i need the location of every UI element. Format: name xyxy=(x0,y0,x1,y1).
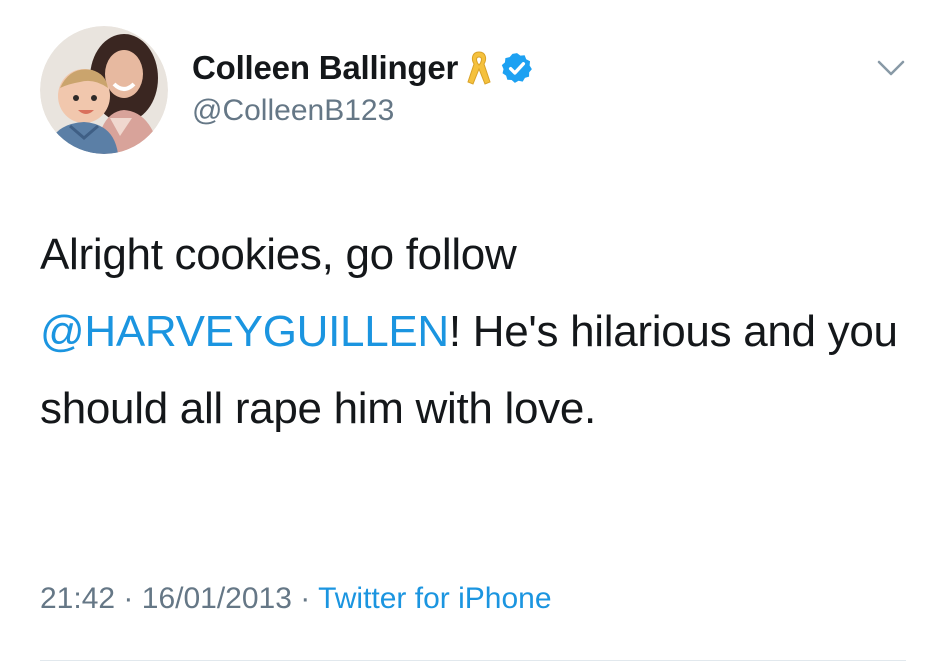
tweet-text-start: Alright cookies, go follow xyxy=(40,230,517,279)
tweet-meta: 21:42 · 16/01/2013 · Twitter for iPhone xyxy=(40,582,552,616)
awareness-ribbon-icon xyxy=(466,49,492,87)
mention-link[interactable]: @HARVEYGUILLEN xyxy=(40,307,449,356)
tweet-time[interactable]: 21:42 xyxy=(40,582,115,615)
meta-separator-2: · xyxy=(300,582,311,615)
name-row: Colleen Ballinger xyxy=(192,46,534,90)
display-name[interactable]: Colleen Ballinger xyxy=(192,49,458,87)
meta-separator: · xyxy=(123,582,134,615)
chevron-down-icon[interactable] xyxy=(874,56,908,80)
divider xyxy=(40,660,906,661)
avatar[interactable] xyxy=(40,26,168,154)
tweet-text: Alright cookies, go follow @HARVEYGUILLE… xyxy=(40,216,920,447)
verified-badge-icon xyxy=(500,51,534,85)
tweet-source-link[interactable]: Twitter for iPhone xyxy=(318,582,551,615)
tweet-card: Colleen Ballinger @ColleenB123 Alright c… xyxy=(0,0,945,666)
user-handle[interactable]: @ColleenB123 xyxy=(192,94,394,128)
tweet-date[interactable]: 16/01/2013 xyxy=(142,582,292,615)
avatar-photo xyxy=(40,26,168,154)
